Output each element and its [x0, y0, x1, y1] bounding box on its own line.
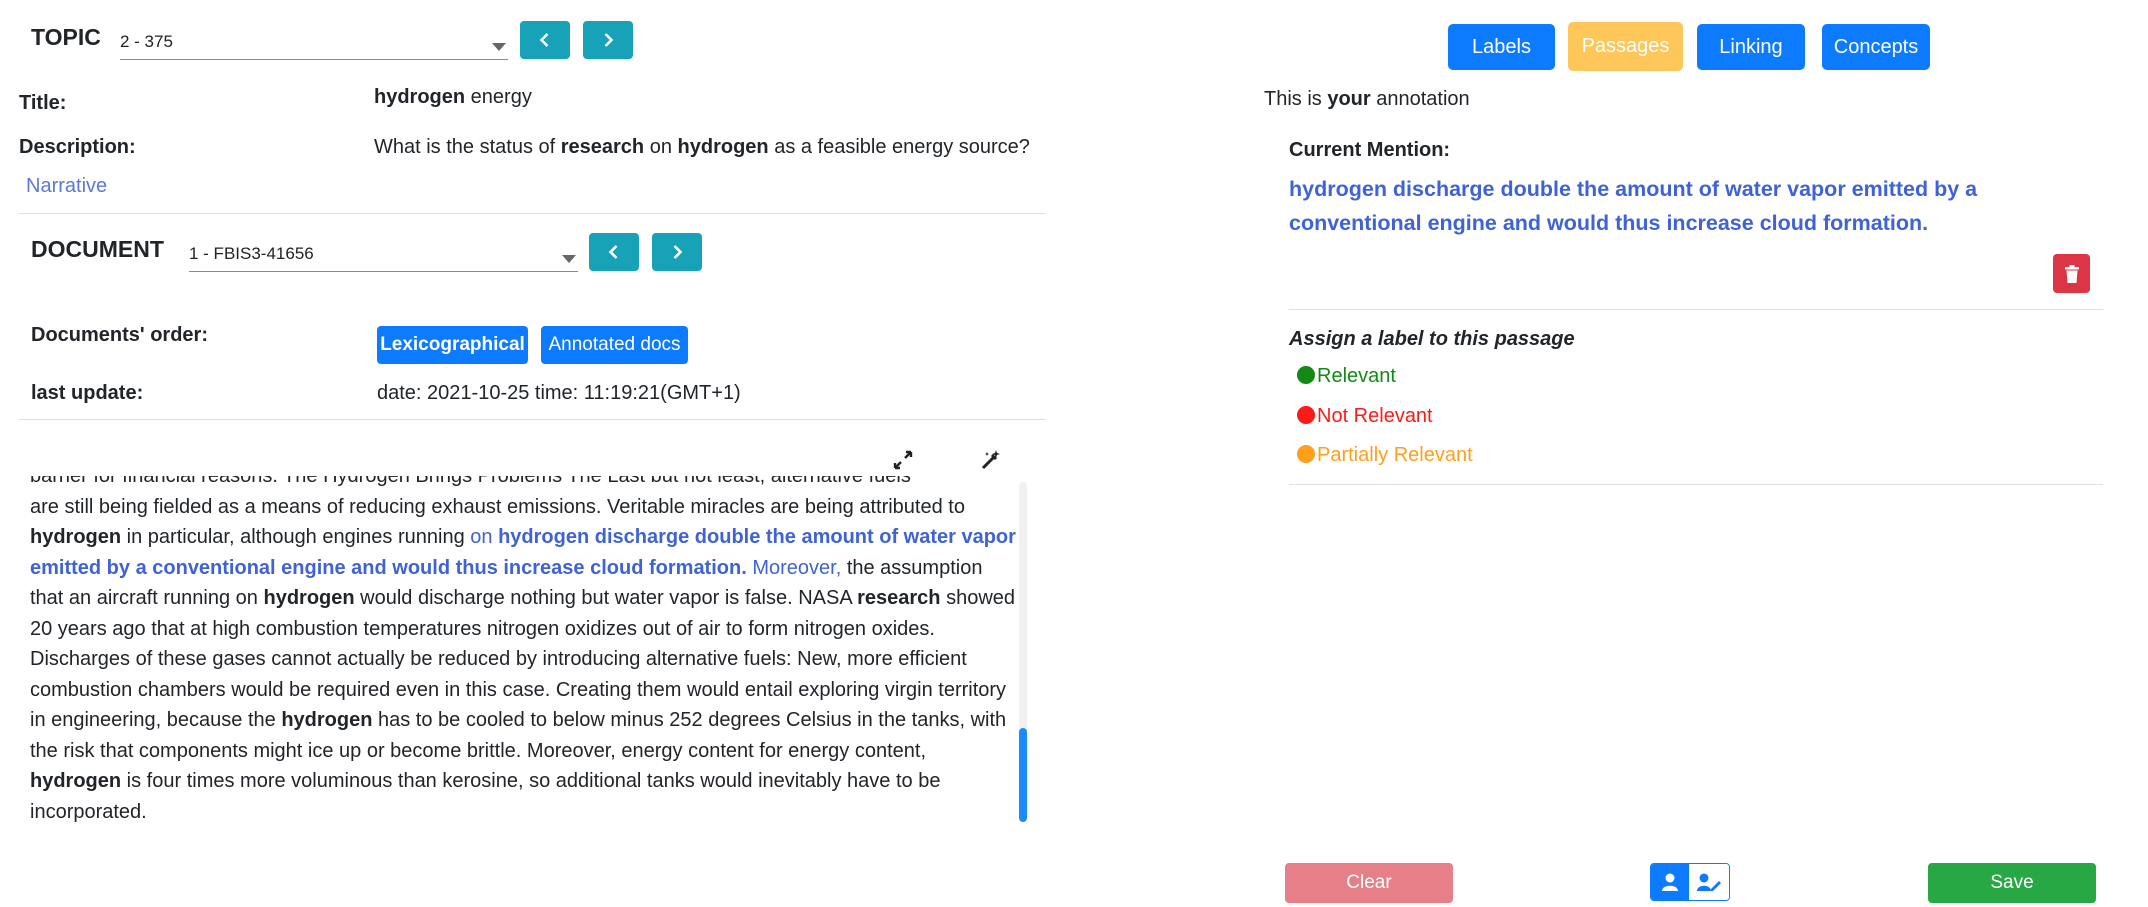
- tab-concepts[interactable]: Concepts: [1822, 24, 1930, 70]
- topic-title-rest: energy: [465, 86, 532, 108]
- current-mention-label: Current Mention:: [1289, 139, 1451, 161]
- mention-highlight[interactable]: on: [470, 526, 498, 548]
- divider: [19, 213, 1046, 214]
- label-option-text: Partially Relevant: [1317, 444, 1473, 466]
- topic-prev-button[interactable]: [520, 21, 570, 59]
- user-icon: [1662, 873, 1678, 891]
- annotated-docs-button[interactable]: Annotated docs: [541, 326, 688, 364]
- documents-order-label: Documents' order:: [31, 324, 209, 346]
- chevron-left-icon: [539, 33, 549, 47]
- label-option-relevant[interactable]: Relevant: [1297, 365, 1396, 388]
- topic-heading: TOPIC: [31, 24, 101, 50]
- topic-select-value: 2 - 375: [120, 32, 173, 51]
- keyword-hydrogen: hydrogen: [281, 709, 373, 731]
- document-prev-button[interactable]: [589, 233, 639, 271]
- description-keyword: hydrogen: [677, 136, 769, 158]
- expand-icon[interactable]: [893, 450, 913, 470]
- keyword-hydrogen: hydrogen: [30, 526, 122, 548]
- keyword-research: research: [857, 587, 941, 609]
- description-text: as a feasible energy source?: [768, 136, 1030, 158]
- document-text-clipped-line: barrier for financial reasons. The Hydro…: [30, 476, 911, 487]
- document-select-value: 1 - FBIS3-41656: [189, 244, 314, 263]
- keyword-hydrogen: hydrogen: [263, 587, 355, 609]
- description-label: Description:: [19, 136, 136, 158]
- tab-linking[interactable]: Linking: [1697, 24, 1805, 70]
- annotation-intro-bold: your: [1327, 88, 1371, 110]
- chevron-right-icon: [604, 33, 614, 47]
- divider: [19, 419, 1046, 420]
- tab-labels[interactable]: Labels: [1448, 24, 1555, 70]
- chevron-down-icon: [492, 43, 506, 51]
- topic-title-keyword: hydrogen: [374, 86, 466, 108]
- keyword-hydrogen: hydrogen: [30, 770, 122, 792]
- document-text-segment: are still being fielded as a means of re…: [30, 495, 965, 518]
- delete-button[interactable]: [2053, 254, 2090, 293]
- document-scrollbar-thumb[interactable]: [1019, 728, 1027, 822]
- last-update-label: last update:: [31, 382, 144, 404]
- document-text[interactable]: barrier for financial reasons. The Hydro…: [30, 476, 1020, 826]
- chevron-down-icon: [562, 255, 576, 263]
- save-button[interactable]: Save: [1928, 863, 2096, 903]
- lexicographical-button[interactable]: Lexicographical: [377, 326, 528, 364]
- topic-next-button[interactable]: [583, 21, 633, 59]
- narrative-link[interactable]: Narrative: [26, 175, 107, 198]
- label-option-text: Not Relevant: [1317, 405, 1433, 427]
- annotation-intro: This is: [1264, 88, 1328, 110]
- divider: [1289, 484, 2103, 485]
- magic-wand-icon[interactable]: [980, 449, 1002, 471]
- document-next-button[interactable]: [652, 233, 702, 271]
- title-label: Title:: [19, 92, 67, 114]
- status-dot-icon: [1297, 366, 1315, 384]
- topic-title: hydrogen energy: [374, 86, 532, 109]
- chevron-right-icon: [673, 245, 683, 259]
- document-text-segment: in particular, although engines running: [121, 526, 471, 548]
- current-mention-text: hydrogen discharge double the amount of …: [1289, 177, 1978, 235]
- chevron-left-icon: [608, 245, 618, 259]
- status-dot-icon: [1297, 445, 1315, 463]
- annotation-intro: annotation: [1370, 88, 1470, 110]
- trash-icon: [2064, 264, 2079, 283]
- mention-highlight[interactable]: Moreover,: [747, 557, 841, 579]
- status-dot-icon: [1297, 406, 1315, 424]
- description-text: on: [644, 136, 678, 158]
- clear-button[interactable]: Clear: [1285, 863, 1453, 903]
- divider: [1289, 309, 2103, 310]
- document-text-segment: is four times more voluminous than keros…: [30, 770, 941, 823]
- annotation-owner-text: This is your annotation: [1264, 88, 1470, 111]
- user-edit-button[interactable]: [1689, 864, 1729, 900]
- document-text-segment: would discharge nothing but water vapor …: [354, 587, 858, 609]
- label-option-text: Relevant: [1317, 365, 1396, 387]
- topic-description: What is the status of research on hydrog…: [374, 136, 1030, 159]
- document-heading: DOCUMENT: [31, 236, 164, 262]
- topic-select[interactable]: 2 - 375: [120, 28, 508, 60]
- user-edit-icon: [1697, 873, 1721, 891]
- assign-label-heading: Assign a label to this passage: [1289, 328, 1575, 350]
- last-update-value: date: 2021-10-25 time: 11:19:21(GMT+1): [377, 382, 741, 404]
- label-option-not-relevant[interactable]: Not Relevant: [1297, 405, 1433, 428]
- annotator-toggle-group: [1650, 863, 1730, 901]
- tab-passages[interactable]: Passages: [1568, 22, 1683, 71]
- document-select[interactable]: 1 - FBIS3-41656: [189, 240, 578, 272]
- description-keyword: research: [560, 136, 645, 158]
- description-text: What is the status of: [374, 136, 561, 158]
- user-view-button[interactable]: [1651, 864, 1689, 900]
- label-option-partially-relevant[interactable]: Partially Relevant: [1297, 444, 1473, 467]
